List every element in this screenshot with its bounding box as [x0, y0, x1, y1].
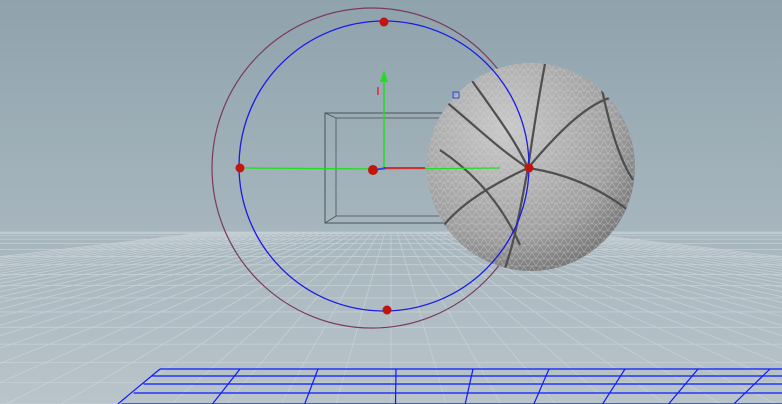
rotate-handle-left[interactable] — [235, 163, 245, 173]
rotate-handle-bottom[interactable] — [382, 305, 392, 315]
viewport-scene[interactable] — [0, 0, 782, 404]
rotate-handle-top[interactable] — [379, 17, 389, 27]
pivot-handle[interactable] — [368, 165, 378, 175]
3d-viewport[interactable] — [0, 0, 782, 404]
rotate-handle-right[interactable] — [524, 163, 534, 173]
